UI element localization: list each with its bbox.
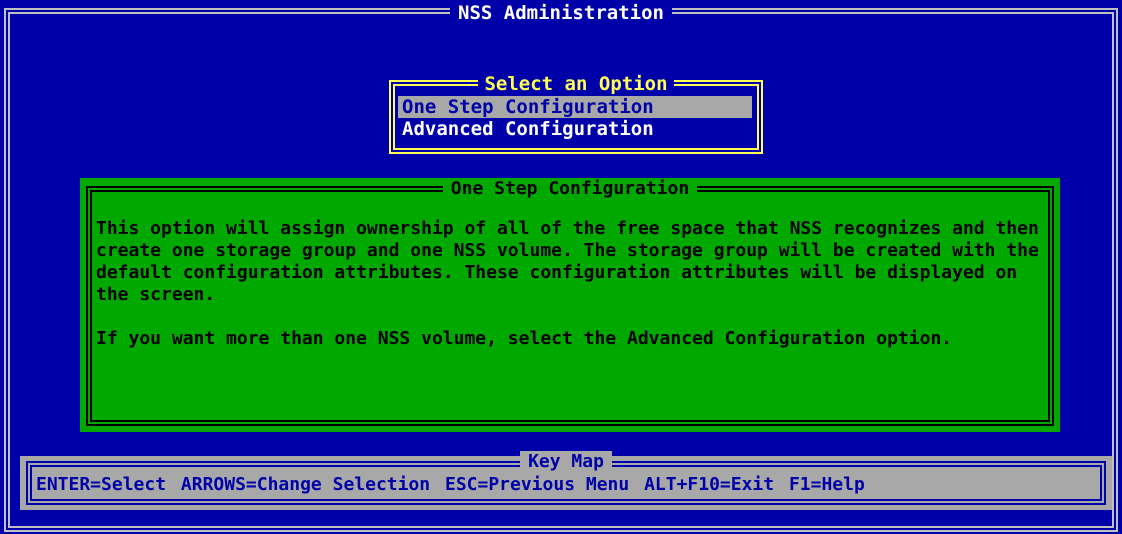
option-menu-title: Select an Option (478, 73, 674, 95)
key-esc-previous-menu: ESC=Previous Menu (444, 474, 630, 495)
key-map-line: ENTER=Select ARROWS=Change Selection ESC… (36, 474, 1104, 496)
menu-item-one-step-configuration[interactable]: One Step Configuration (398, 96, 752, 118)
key-map-titlebar: Key Map (20, 451, 1112, 472)
key-arrows-change-selection: ARROWS=Change Selection (180, 474, 431, 495)
window-titlebar: NSS Administration (0, 0, 1122, 26)
info-panel-title: One Step Configuration (442, 178, 698, 199)
option-menu-titlebar: Select an Option (389, 73, 763, 96)
key-enter-select: ENTER=Select (36, 474, 167, 495)
info-panel-titlebar: One Step Configuration (80, 178, 1060, 200)
nss-admin-screen: NSS Administration Select an Option One … (0, 0, 1122, 534)
key-alt-f10-exit: ALT+F10=Exit (644, 474, 775, 495)
key-f1-help: F1=Help (788, 474, 865, 495)
menu-item-advanced-configuration[interactable]: Advanced Configuration (398, 118, 752, 140)
info-paragraph-2: If you want more than one NSS volume, se… (96, 328, 953, 349)
info-panel-text: This option will assign ownership of all… (96, 218, 1046, 372)
key-map-title: Key Map (520, 451, 612, 472)
window-title: NSS Administration (450, 2, 672, 24)
info-paragraph-1: This option will assign ownership of all… (96, 218, 1039, 305)
option-menu-list: One Step Configuration Advanced Configur… (398, 96, 752, 140)
